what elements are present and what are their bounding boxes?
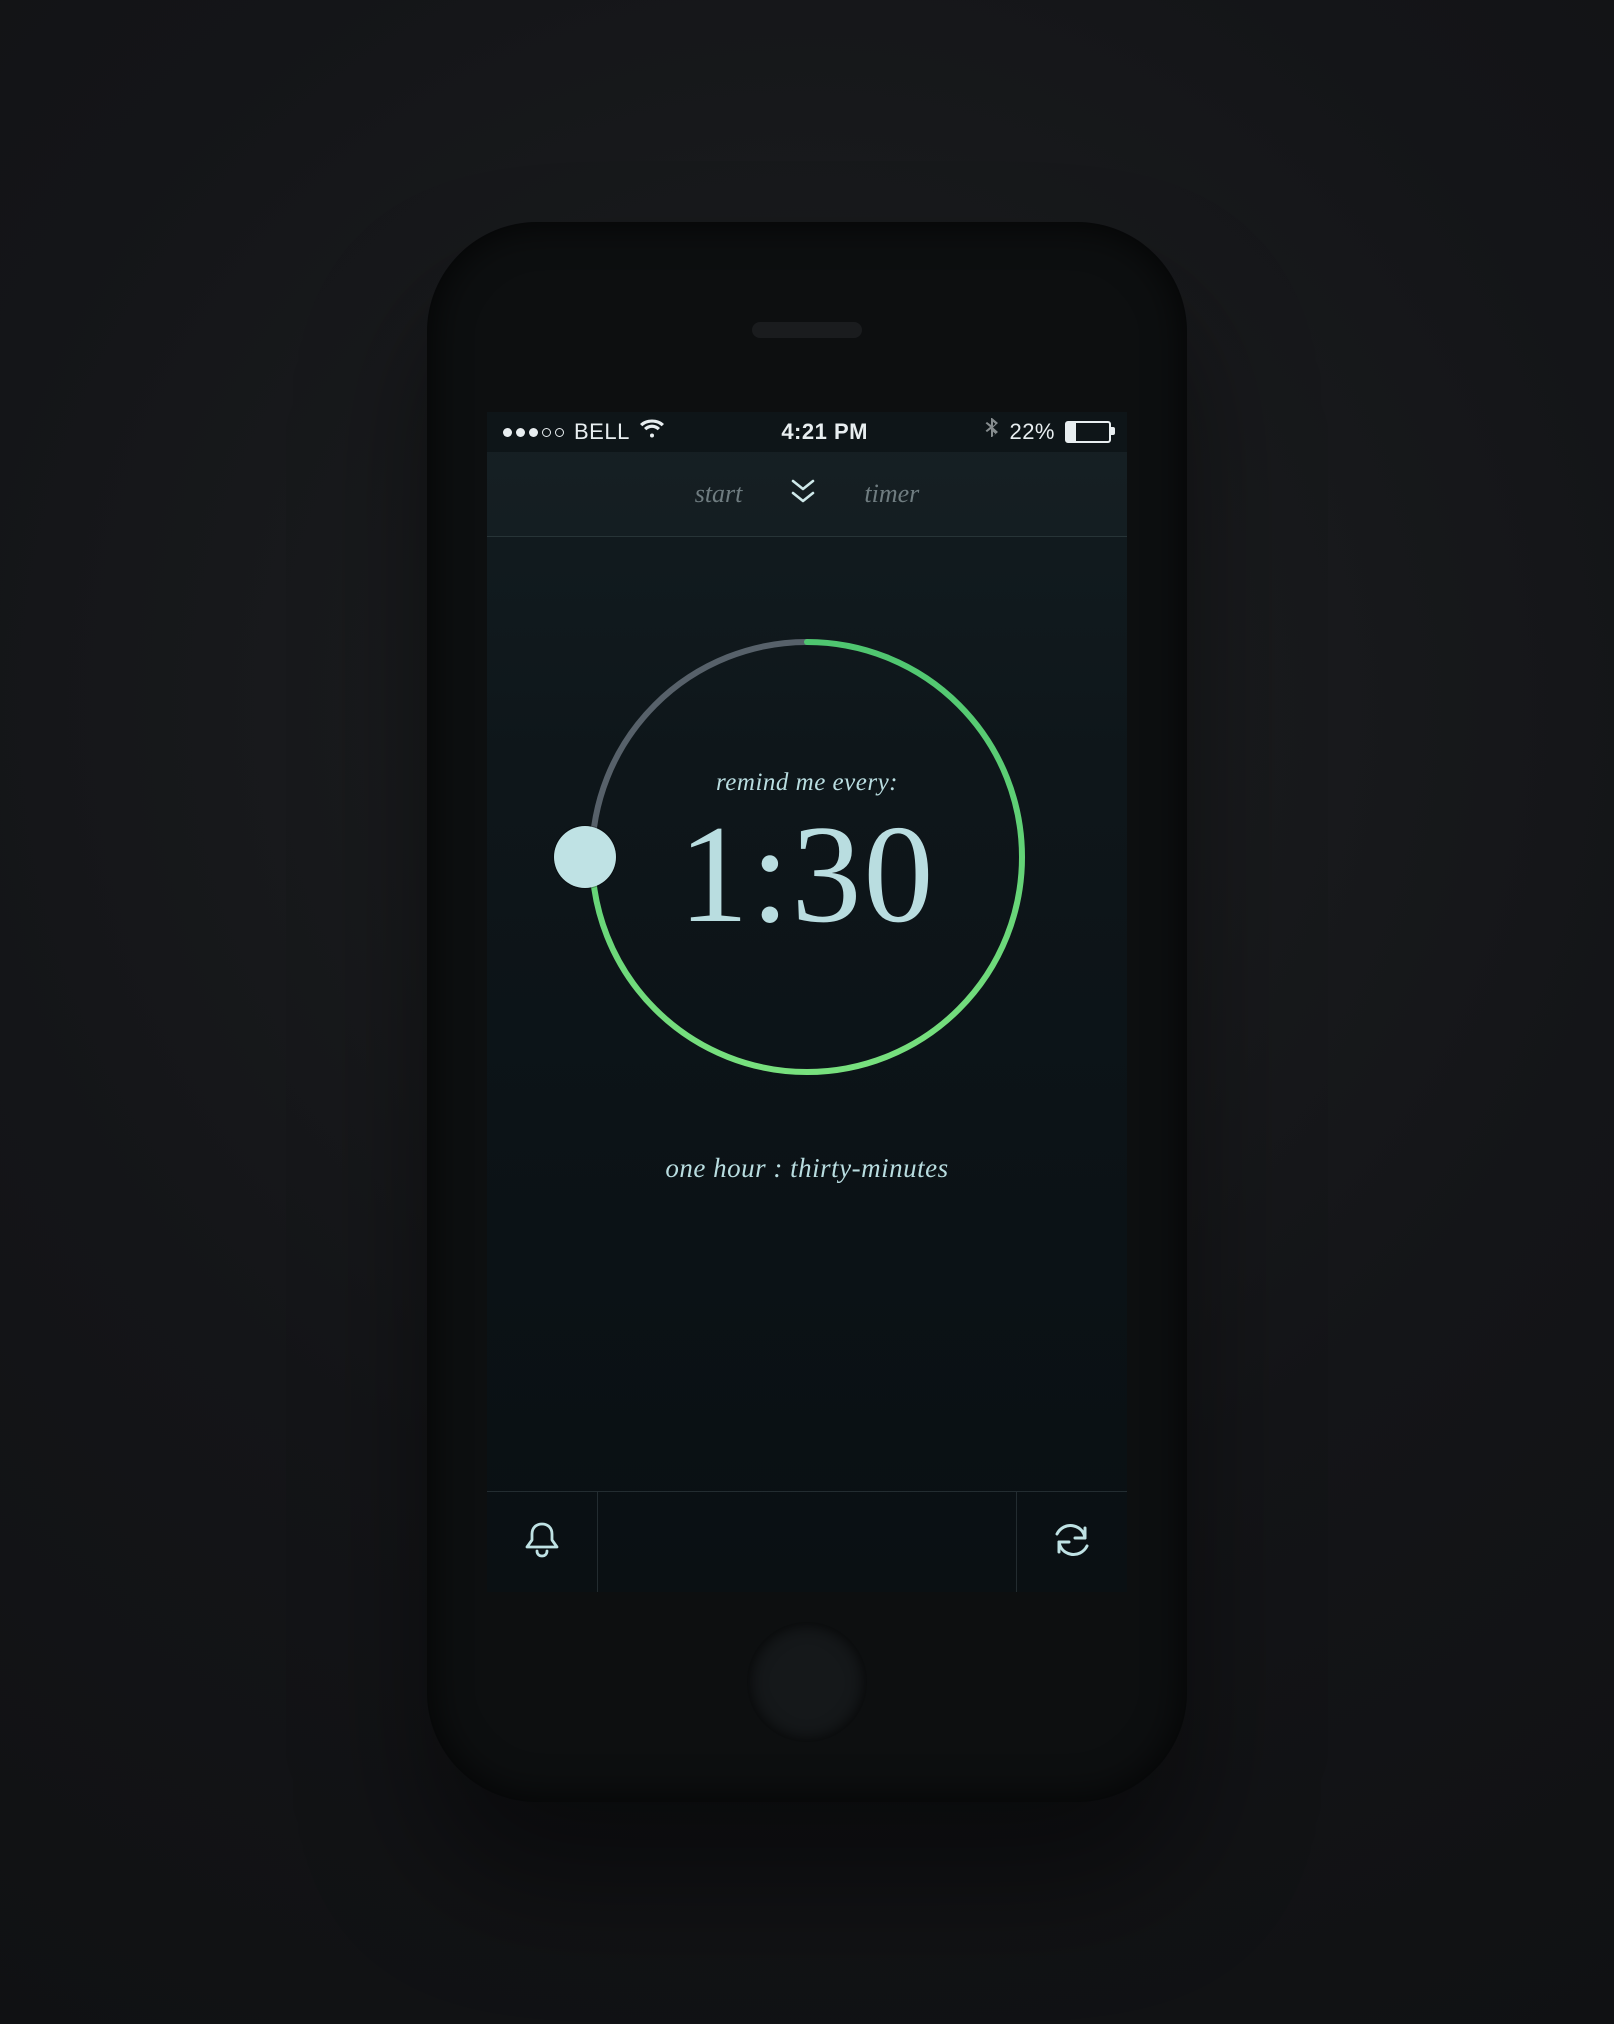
header-right-label[interactable]: timer bbox=[864, 479, 919, 509]
dial-label: remind me every: bbox=[716, 769, 898, 797]
signal-dots-icon bbox=[503, 428, 564, 437]
status-time: 4:21 PM bbox=[781, 419, 868, 445]
status-right: 22% bbox=[985, 418, 1111, 446]
bottom-bar-spacer bbox=[598, 1492, 1016, 1592]
carrier-label: BELL bbox=[574, 419, 630, 445]
dial-readout: remind me every: 1:30 bbox=[577, 627, 1037, 1087]
bell-icon bbox=[520, 1518, 564, 1567]
bluetooth-icon bbox=[985, 418, 999, 446]
status-left: BELL bbox=[503, 419, 664, 445]
main-area: remind me every: 1:30 one hour : thirty-… bbox=[487, 537, 1127, 1491]
bell-button[interactable] bbox=[487, 1492, 598, 1592]
dial-value-words: one hour : thirty-minutes bbox=[665, 1153, 948, 1184]
wifi-icon bbox=[640, 419, 664, 445]
app-screen: BELL 4:21 PM 22% start bbox=[487, 412, 1127, 1592]
phone-frame: BELL 4:21 PM 22% start bbox=[427, 222, 1187, 1802]
interval-dial[interactable]: remind me every: 1:30 bbox=[577, 627, 1037, 1087]
dial-value: 1:30 bbox=[679, 805, 936, 945]
battery-icon bbox=[1065, 421, 1111, 443]
mode-header: start timer bbox=[487, 452, 1127, 537]
repeat-icon bbox=[1049, 1520, 1095, 1565]
chevrons-down-icon[interactable] bbox=[788, 475, 818, 514]
bottom-bar bbox=[487, 1491, 1127, 1592]
status-bar: BELL 4:21 PM 22% bbox=[487, 412, 1127, 452]
battery-pct: 22% bbox=[1009, 419, 1055, 445]
repeat-button[interactable] bbox=[1016, 1492, 1127, 1592]
header-left-label[interactable]: start bbox=[695, 479, 743, 509]
